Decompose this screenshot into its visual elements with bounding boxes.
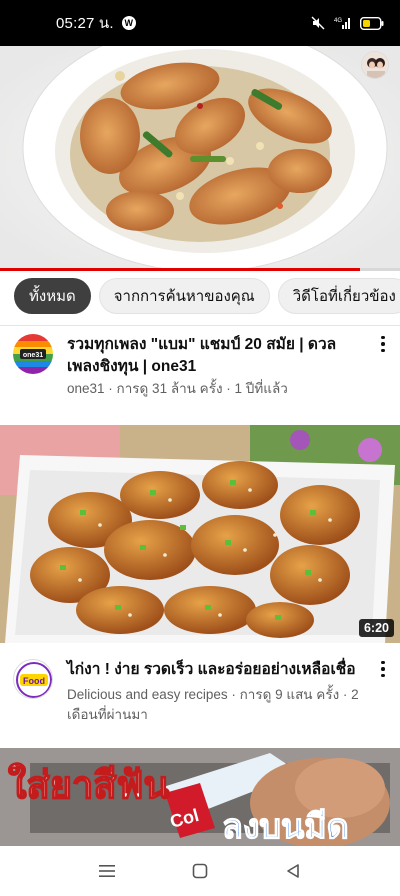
thumbnail-caption-bottom: ลงบนมีด xyxy=(222,807,349,846)
channel-logo-text: Food xyxy=(23,676,45,686)
video-meta: one31 · การดู 31 ล้าน ครั้ง · 1 ปีที่แล้… xyxy=(67,381,288,396)
app-notification-icon: W xyxy=(121,16,136,30)
channel-logo-text: one31 xyxy=(23,352,43,359)
signal-icon: 4G xyxy=(334,16,352,30)
video-title[interactable]: รวมทุกเพลง "แบม" แชมป์ 20 สมัย | ดวลเพลง… xyxy=(67,334,367,378)
system-nav-bar xyxy=(0,846,400,896)
account-avatar[interactable] xyxy=(361,51,389,79)
video-progress-bar[interactable] xyxy=(0,268,400,271)
status-icons: 4G xyxy=(310,15,384,31)
video-item[interactable]: Food ไก่งา ! ง่าย รวดเร็ว และอร่อยอย่างเ… xyxy=(0,656,400,736)
screen: 05:27 น. W 4G ทั้งหมด จากการค้นหาของคุณ … xyxy=(0,0,400,896)
video-title[interactable]: ไก่งา ! ง่าย รวดเร็ว และอร่อยอย่างเหลือเ… xyxy=(67,659,367,681)
more-vert-icon[interactable] xyxy=(376,334,390,354)
video-meta: Delicious and easy recipes · การดู 9 แสน… xyxy=(67,687,359,722)
mute-icon xyxy=(310,15,326,31)
filter-chip-bar: ทั้งหมด จากการค้นหาของคุณ วิดีโอที่เกี่ย… xyxy=(0,278,400,318)
menu-icon[interactable] xyxy=(87,851,127,891)
video-item[interactable]: one31 รวมทุกเพลง "แบม" แชมป์ 20 สมัย | ด… xyxy=(0,332,400,412)
chip-related-videos[interactable]: วิดีโอที่เกี่ยวข้อง xyxy=(277,278,400,314)
svg-text:4G: 4G xyxy=(334,18,342,24)
home-square-icon[interactable] xyxy=(180,851,220,891)
channel-avatar-one31[interactable]: one31 xyxy=(13,334,53,374)
video-thumbnail[interactable]: 6:20 xyxy=(0,425,400,643)
back-triangle-icon[interactable] xyxy=(273,851,313,891)
status-time: 05:27 น. xyxy=(56,15,114,32)
hero-video-player[interactable] xyxy=(0,46,400,270)
status-bar: 05:27 น. W 4G xyxy=(0,0,400,46)
chip-from-your-search[interactable]: จากการค้นหาของคุณ xyxy=(98,278,270,314)
video-progress-fill xyxy=(0,268,360,271)
chip-all[interactable]: ทั้งหมด xyxy=(14,278,91,314)
video-thumbnail[interactable]: Col ใส่ยาสีฟัน ลงบนมีด xyxy=(0,748,400,846)
video-duration: 6:20 xyxy=(358,619,394,637)
battery-icon xyxy=(360,16,384,30)
more-vert-icon[interactable] xyxy=(376,659,390,679)
divider xyxy=(0,325,400,326)
channel-avatar-food[interactable]: Food xyxy=(13,659,53,699)
thumbnail-caption-top: ใส่ยาสีฟัน xyxy=(8,763,169,807)
